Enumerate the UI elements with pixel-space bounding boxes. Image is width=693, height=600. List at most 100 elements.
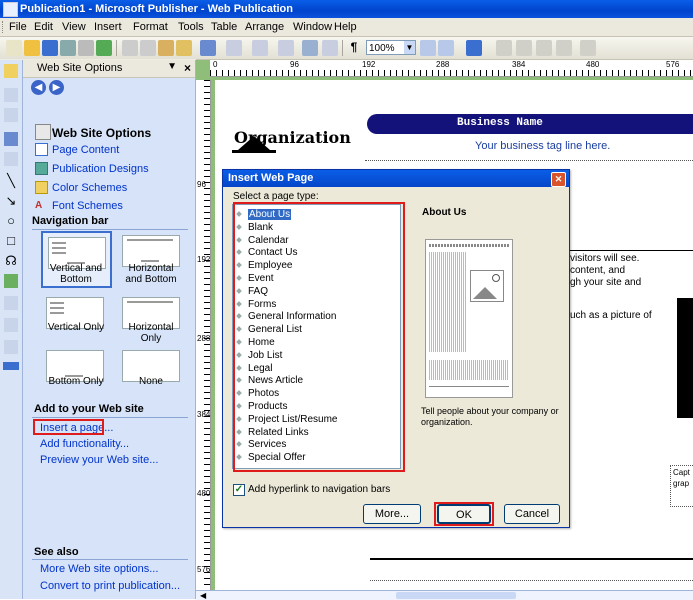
see-also-heading: See also <box>34 546 79 558</box>
color-schemes-icon <box>35 181 48 194</box>
menu-arrange[interactable]: Arrange <box>245 21 284 33</box>
paste-icon[interactable] <box>158 40 174 56</box>
horizontal-ruler[interactable]: 0 96 192 288 384 480 576 <box>210 60 693 77</box>
business-name-banner[interactable]: Business Name <box>367 114 693 134</box>
pilcrow-icon[interactable]: ¶ <box>346 40 362 56</box>
oval-icon[interactable]: ○ <box>4 214 18 228</box>
send-back-icon[interactable] <box>278 40 294 56</box>
caption-box[interactable]: Capt grap <box>670 465 693 507</box>
body-text-line: gh your site and <box>570 277 642 288</box>
objects-toolbar: ╲ ↘ ○ □ ☊ <box>0 60 23 599</box>
dialog-title-bar[interactable]: Insert Web Page ✕ <box>223 170 569 187</box>
publication-designs-link[interactable]: Publication Designs <box>52 163 149 175</box>
print-preview-icon[interactable] <box>78 40 94 56</box>
more-button[interactable]: More... <box>363 504 421 524</box>
task-pane: Web Site Options ▼ × ◀ ▶ Web Site Option… <box>23 60 196 599</box>
select-objects-icon[interactable] <box>4 64 18 78</box>
open-icon[interactable] <box>24 40 40 56</box>
more-tools-icon[interactable] <box>3 362 19 370</box>
cut-icon[interactable] <box>122 40 138 56</box>
publication-designs-icon <box>35 162 48 175</box>
help-icon[interactable] <box>466 40 482 56</box>
undo-icon[interactable] <box>200 40 216 56</box>
form-control-icon[interactable] <box>4 274 18 288</box>
hyperlink-checkbox[interactable]: ✓ <box>233 484 245 496</box>
task-pane-dropdown-icon[interactable]: ▼ <box>167 61 177 72</box>
hyperlink-icon[interactable] <box>302 40 318 56</box>
cancel-button[interactable]: Cancel <box>504 504 560 524</box>
redo-icon[interactable] <box>226 40 242 56</box>
vertical-ruler[interactable]: 96 192 288 384 480 576 <box>196 80 211 599</box>
preview-website-link[interactable]: Preview your Web site... <box>40 454 158 466</box>
line-icon[interactable]: ╲ <box>4 174 18 188</box>
insert-table-icon[interactable] <box>4 108 18 122</box>
business-name-text: Business Name <box>457 117 543 129</box>
toolbar-extra-icon[interactable] <box>536 40 552 56</box>
zoom-in-icon[interactable] <box>438 40 454 56</box>
publisher-app-icon[interactable] <box>3 2 18 17</box>
toolbar-extra-icon[interactable] <box>556 40 572 56</box>
font-schemes-icon: A <box>35 200 43 211</box>
menu-file[interactable]: File <box>9 21 27 33</box>
bring-front-icon[interactable] <box>252 40 268 56</box>
tagline-text[interactable]: Your business tag line here. <box>475 140 610 152</box>
nav-option-label: Horizontal Only <box>128 322 174 344</box>
ruler-label: 192 <box>362 60 376 69</box>
rectangle-icon[interactable]: □ <box>4 234 18 248</box>
menu-grip[interactable] <box>2 21 6 33</box>
organization-text[interactable]: Organization <box>234 128 351 147</box>
html-fragment-icon[interactable] <box>4 296 18 310</box>
image-placeholder[interactable] <box>677 298 693 418</box>
menu-help[interactable]: Help <box>334 21 357 33</box>
print-icon[interactable] <box>60 40 76 56</box>
forward-icon[interactable]: ▶ <box>49 80 64 95</box>
web-tools-icon[interactable] <box>4 340 18 354</box>
menu-tools[interactable]: Tools <box>178 21 204 33</box>
task-pane-close-icon[interactable]: × <box>184 61 191 75</box>
menu-insert[interactable]: Insert <box>94 21 122 33</box>
menu-view[interactable]: View <box>62 21 86 33</box>
toolbar-extra-icon[interactable] <box>516 40 532 56</box>
columns-icon[interactable] <box>322 40 338 56</box>
text-box-icon[interactable] <box>4 88 18 102</box>
section-divider <box>32 417 188 418</box>
zoom-out-icon[interactable] <box>420 40 436 56</box>
autoshapes-icon[interactable]: ☊ <box>4 254 18 268</box>
caption-text: grap <box>673 479 690 488</box>
convert-print-link[interactable]: Convert to print publication... <box>40 580 180 592</box>
arrow-icon[interactable]: ↘ <box>4 194 18 208</box>
navigation-bar-heading: Navigation bar <box>32 215 109 227</box>
picture-frame-icon[interactable] <box>4 152 18 166</box>
design-gallery-icon[interactable] <box>4 318 18 332</box>
menu-edit[interactable]: Edit <box>34 21 53 33</box>
scrollbar-thumb[interactable] <box>396 592 516 599</box>
toolbar-extra-icon[interactable] <box>580 40 596 56</box>
back-icon[interactable]: ◀ <box>31 80 46 95</box>
insert-web-page-dialog: Insert Web Page ✕ Select a page type: Ab… <box>222 169 570 528</box>
highlight-box <box>233 202 405 472</box>
hyperlink-checkbox-label[interactable]: Add hyperlink to navigation bars <box>248 484 390 495</box>
dialog-close-icon[interactable]: ✕ <box>551 172 566 187</box>
format-painter-icon[interactable] <box>176 40 192 56</box>
task-pane-title[interactable]: Web Site Options <box>37 62 122 74</box>
add-functionality-link[interactable]: Add functionality... <box>40 438 129 450</box>
save-icon[interactable] <box>42 40 58 56</box>
add-to-website-heading: Add to your Web site <box>34 403 144 415</box>
zoom-select[interactable]: 100% ▼ <box>366 40 416 55</box>
new-icon[interactable] <box>6 40 22 56</box>
font-schemes-link[interactable]: Font Schemes <box>52 200 123 212</box>
preview-description: Tell people about your company or organi… <box>421 406 559 427</box>
menu-format[interactable]: Format <box>133 21 168 33</box>
wordart-icon[interactable] <box>4 132 18 146</box>
body-text-line: uch as a picture of <box>570 310 652 321</box>
web-site-options-icon <box>35 124 51 140</box>
page-content-link[interactable]: Page Content <box>52 144 119 156</box>
window-title: Publication1 - Microsoft Publisher - Web… <box>20 3 293 15</box>
menu-table[interactable]: Table <box>211 21 237 33</box>
copy-icon[interactable] <box>140 40 156 56</box>
color-schemes-link[interactable]: Color Schemes <box>52 182 127 194</box>
toolbar-extra-icon[interactable] <box>496 40 512 56</box>
menu-window[interactable]: Window <box>293 21 332 33</box>
spelling-icon[interactable] <box>96 40 112 56</box>
more-options-link[interactable]: More Web site options... <box>40 563 158 575</box>
